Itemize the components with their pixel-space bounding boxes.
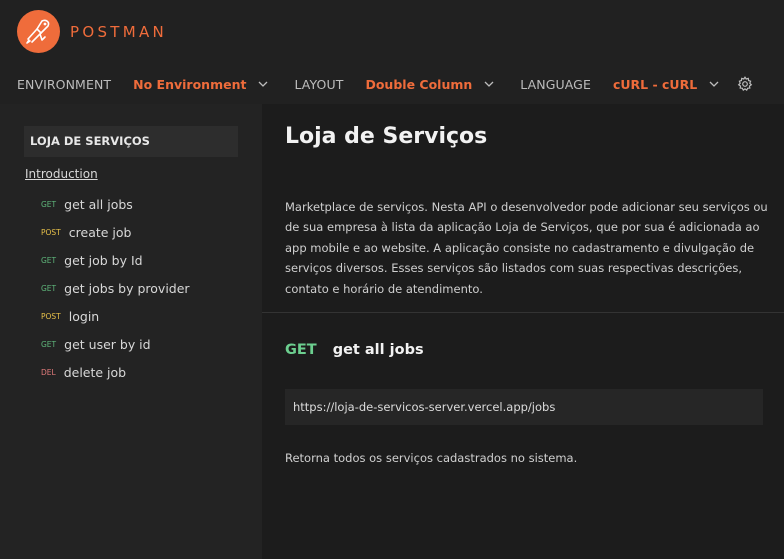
chevron-down-icon — [484, 81, 494, 87]
environment-select[interactable]: No Environment — [133, 77, 268, 92]
environment-label: ENVIRONMENT — [17, 76, 112, 92]
sidebar-item-label: create job — [68, 224, 132, 240]
sidebar-item-label: login — [68, 308, 100, 324]
postman-logo-icon — [17, 10, 60, 53]
sidebar-item-introduction[interactable]: Introduction — [25, 167, 98, 181]
sidebar-item-get-job-by-id[interactable]: GET get job by Id — [41, 252, 143, 268]
sidebar-item-label: get all jobs — [64, 196, 133, 212]
sidebar: LOJA DE SERVIÇOS Introduction GET get al… — [0, 104, 262, 559]
method-badge: GET — [41, 339, 57, 349]
sidebar-item-delete-job[interactable]: DEL delete job — [41, 364, 126, 380]
language-label: LANGUAGE — [520, 76, 591, 92]
request-method: GET — [285, 342, 317, 358]
sidebar-item-label: get jobs by provider — [64, 280, 190, 296]
chevron-down-icon — [709, 81, 719, 87]
request-name: get all jobs — [332, 342, 424, 358]
postman-logo[interactable]: POSTMAN — [17, 10, 167, 53]
language-select[interactable]: cURL - cURL — [613, 77, 719, 92]
sidebar-item-create-job[interactable]: POST create job — [41, 224, 132, 240]
section-divider — [262, 312, 784, 313]
sidebar-item-get-jobs-by-provider[interactable]: GET get jobs by provider — [41, 280, 190, 296]
settings-bar: ENVIRONMENT No Environment LAYOUT Double… — [17, 74, 753, 94]
method-badge: DEL — [41, 367, 56, 377]
sidebar-item-login[interactable]: POST login — [41, 308, 99, 324]
request-heading: GET get all jobs — [285, 342, 424, 358]
sidebar-collection-title[interactable]: LOJA DE SERVIÇOS — [24, 126, 238, 157]
sidebar-item-get-user-by-id[interactable]: GET get user by id — [41, 336, 151, 352]
chevron-down-icon — [258, 81, 268, 87]
sidebar-item-get-all-jobs[interactable]: GET get all jobs — [41, 196, 133, 212]
method-badge: GET — [41, 255, 57, 265]
method-badge: POST — [41, 311, 61, 321]
layout-value: Double Column — [365, 76, 473, 92]
sidebar-item-label: delete job — [63, 364, 127, 380]
page-title: Loja de Serviços — [285, 124, 488, 149]
request-url[interactable]: https://loja-de-servicos-server.vercel.a… — [285, 389, 763, 425]
main-content: Loja de Serviços Marketplace de serviços… — [262, 104, 784, 559]
method-badge: GET — [41, 283, 57, 293]
gear-icon[interactable] — [737, 76, 753, 92]
layout-label: LAYOUT — [294, 76, 344, 92]
method-badge: POST — [41, 227, 61, 237]
language-value: cURL - cURL — [612, 76, 698, 92]
sidebar-item-label: get user by id — [64, 336, 151, 352]
sidebar-item-label: get job by Id — [64, 252, 143, 268]
environment-value: No Environment — [133, 76, 247, 92]
top-bar: POSTMAN ENVIRONMENT No Environment LAYOU… — [0, 0, 784, 104]
method-badge: GET — [41, 199, 57, 209]
layout-select[interactable]: Double Column — [365, 77, 494, 92]
postman-logo-text: POSTMAN — [70, 22, 168, 41]
request-description: Retorna todos os serviços cadastrados no… — [285, 451, 578, 465]
collection-description: Marketplace de serviços. Nesta API o des… — [285, 200, 768, 296]
